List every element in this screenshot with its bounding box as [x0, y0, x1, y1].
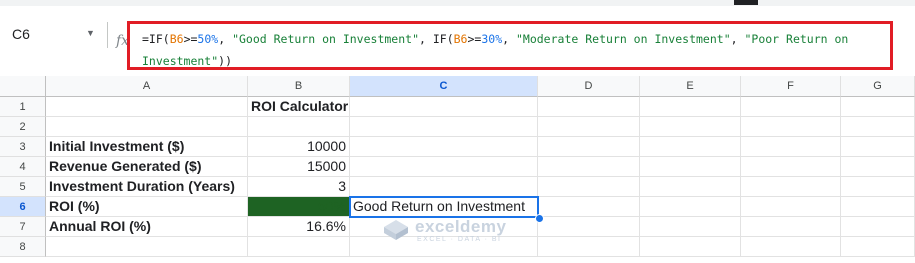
row-header-8[interactable]: 8 [0, 237, 46, 257]
cell-g4[interactable] [841, 157, 915, 177]
row-header-4[interactable]: 4 [0, 157, 46, 177]
row-header-2[interactable]: 2 [0, 117, 46, 137]
formula-input[interactable]: =IF(B6>=50%, "Good Return on Investment"… [127, 21, 893, 70]
cell-c5[interactable] [350, 177, 538, 197]
column-header-b[interactable]: B [248, 76, 350, 97]
formula-token: , IF( [419, 32, 454, 46]
cell-g7[interactable] [841, 217, 915, 237]
cell-a6[interactable]: ROI (%) [46, 197, 248, 217]
fill-handle[interactable] [535, 214, 544, 223]
cell-d7[interactable] [538, 217, 640, 237]
cell-e3[interactable] [640, 137, 741, 157]
name-box-value: C6 [12, 26, 30, 42]
cell-e6[interactable] [640, 197, 741, 217]
formula-string: "Good Return on Investment" [232, 32, 419, 46]
cell-a5[interactable]: Investment Duration (Years) [46, 177, 248, 197]
formula-cell-ref: B6 [453, 32, 468, 46]
formula-token: )) [218, 54, 233, 68]
cell-d2[interactable] [538, 117, 640, 137]
formula-token: =IF( [142, 32, 170, 46]
cell-g8[interactable] [841, 237, 915, 257]
toolbar-element [734, 0, 758, 5]
cell-e5[interactable] [640, 177, 741, 197]
cell-f3[interactable] [741, 137, 841, 157]
row-header-5[interactable]: 5 [0, 177, 46, 197]
cell-g5[interactable] [841, 177, 915, 197]
cell-f8[interactable] [741, 237, 841, 257]
cell-g6[interactable] [841, 197, 915, 217]
cell-c4[interactable] [350, 157, 538, 177]
cell-f6[interactable] [741, 197, 841, 217]
name-box[interactable]: C6 ▼ [0, 18, 100, 52]
cell-g2[interactable] [841, 117, 915, 137]
cell-b6[interactable]: 50% [248, 197, 350, 217]
cell-b3[interactable]: 10000 [248, 137, 350, 157]
cell-e1[interactable] [640, 97, 741, 117]
column-header-f[interactable]: F [741, 76, 841, 97]
cell-g1[interactable] [841, 97, 915, 117]
cell-e2[interactable] [640, 117, 741, 137]
cell-b1[interactable]: ROI Calculator [248, 97, 350, 117]
cell-b8[interactable] [248, 237, 350, 257]
cell-a8[interactable] [46, 237, 248, 257]
cell-c2[interactable] [350, 117, 538, 137]
column-header-d[interactable]: D [538, 76, 640, 97]
cell-c1[interactable] [350, 97, 538, 117]
row-header-7[interactable]: 7 [0, 217, 46, 237]
cell-c6-selected[interactable]: Good Return on Investment [349, 196, 539, 218]
cell-a3[interactable]: Initial Investment ($) [46, 137, 248, 157]
exceldemy-logo-icon [384, 220, 408, 240]
formula-token: >= [467, 32, 482, 46]
cell-d6[interactable] [538, 197, 640, 217]
cell-a1[interactable] [46, 97, 248, 117]
cell-e7[interactable] [640, 217, 741, 237]
spreadsheet-grid: A B C D E F G 1 2 3 4 5 6 7 8 ROI Calcul… [0, 76, 915, 263]
cell-d8[interactable] [538, 237, 640, 257]
formula-token: >= [183, 32, 198, 46]
cell-d5[interactable] [538, 177, 640, 197]
row-header-6[interactable]: 6 [0, 197, 46, 217]
formula-text: =IF(B6>=50%, "Good Return on Investment"… [142, 28, 890, 72]
select-all-corner[interactable] [0, 76, 46, 97]
divider [107, 22, 108, 48]
cell-b4[interactable]: 15000 [248, 157, 350, 177]
formula-number: 50% [197, 32, 219, 46]
formula-cell-ref: B6 [169, 32, 184, 46]
formula-token: , [218, 32, 233, 46]
cell-f5[interactable] [741, 177, 841, 197]
watermark-name: exceldemy [415, 217, 507, 236]
cell-c3[interactable] [350, 137, 538, 157]
cell-e4[interactable] [640, 157, 741, 177]
column-header-a[interactable]: A [46, 76, 248, 97]
cell-b5[interactable]: 3 [248, 177, 350, 197]
cell-f2[interactable] [741, 117, 841, 137]
cell-b7[interactable]: 16.6% [248, 217, 350, 237]
cell-b2[interactable] [248, 117, 350, 137]
cell-g3[interactable] [841, 137, 915, 157]
cell-a7[interactable]: Annual ROI (%) [46, 217, 248, 237]
row-header-1[interactable]: 1 [0, 97, 46, 117]
cell-d4[interactable] [538, 157, 640, 177]
formula-token: , [730, 32, 745, 46]
cell-a4[interactable]: Revenue Generated ($) [46, 157, 248, 177]
cell-f7[interactable] [741, 217, 841, 237]
cell-d3[interactable] [538, 137, 640, 157]
formula-string: "Moderate Return on Investment" [515, 32, 731, 46]
column-header-g[interactable]: G [841, 76, 915, 97]
column-header-c[interactable]: C [350, 76, 538, 97]
cell-f4[interactable] [741, 157, 841, 177]
cell-e8[interactable] [640, 237, 741, 257]
column-header-e[interactable]: E [640, 76, 741, 97]
cell-a2[interactable] [46, 117, 248, 137]
formula-number: 30% [481, 32, 503, 46]
cell-d1[interactable] [538, 97, 640, 117]
chevron-down-icon[interactable]: ▼ [86, 28, 95, 38]
watermark-tagline: EXCEL · DATA · BI [417, 236, 502, 243]
formula-token: , [502, 32, 516, 46]
cell-f1[interactable] [741, 97, 841, 117]
row-header-3[interactable]: 3 [0, 137, 46, 157]
